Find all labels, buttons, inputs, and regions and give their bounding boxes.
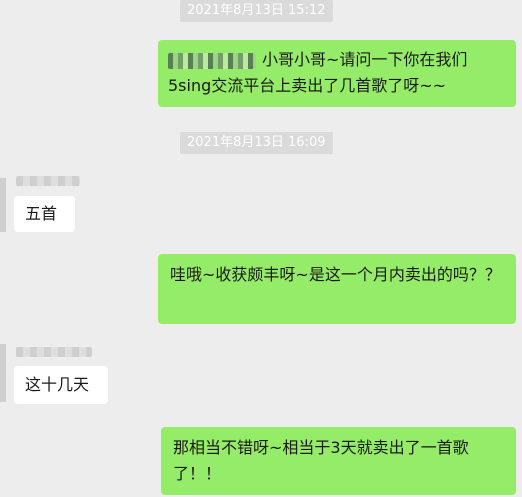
sender-name-redacted — [16, 347, 92, 357]
timestamp: 2021年8月13日 16:09 — [180, 132, 333, 154]
chat-area: 2021年8月13日 15:12 小哥小哥~请问一下你在我们5sing交流平台上… — [0, 0, 522, 497]
avatar[interactable] — [0, 344, 6, 402]
outgoing-message[interactable]: 哇哦~收获颇丰呀~是这一个月内卖出的吗？？ — [158, 254, 516, 324]
sender-name-redacted — [16, 176, 80, 186]
incoming-message[interactable]: 这十几天 — [14, 366, 108, 404]
message-text: 这十几天 — [25, 375, 90, 394]
message-text: 哇哦~收获颇丰呀~是这一个月内卖出的吗？？ — [170, 265, 501, 284]
redacted-mention — [168, 52, 256, 69]
incoming-message[interactable]: 五首 — [14, 196, 75, 232]
message-text: 五首 — [25, 204, 58, 223]
avatar[interactable] — [0, 178, 6, 232]
message-text: 那相当不错呀~相当于3天就卖出了一首歌了！！ — [173, 438, 469, 483]
timestamp: 2021年8月13日 15:12 — [180, 0, 333, 22]
outgoing-message[interactable]: 小哥小哥~请问一下你在我们5sing交流平台上卖出了几首歌了呀~~ — [158, 40, 516, 107]
outgoing-message[interactable]: 那相当不错呀~相当于3天就卖出了一首歌了！！ — [161, 427, 516, 495]
